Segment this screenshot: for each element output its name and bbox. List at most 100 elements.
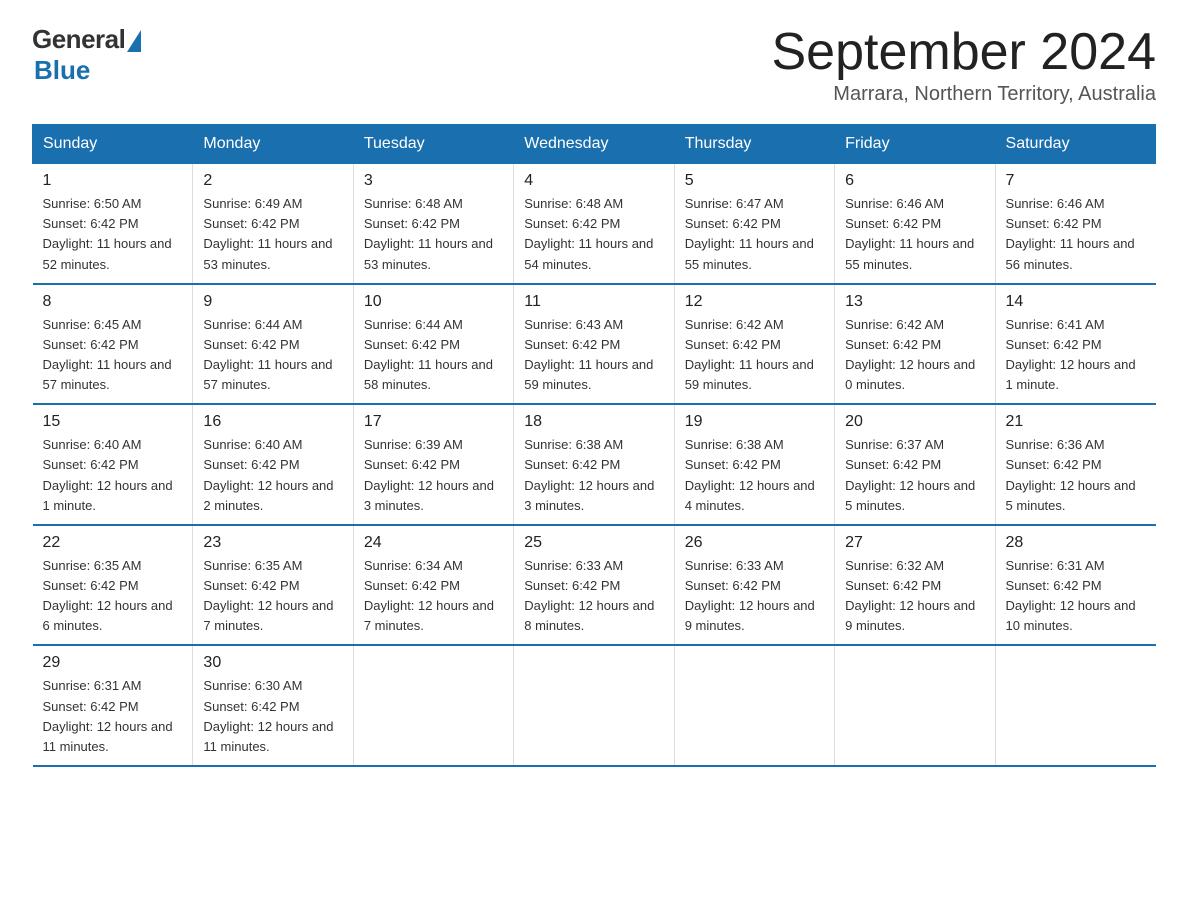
calendar-cell	[514, 645, 674, 766]
day-info: Sunrise: 6:46 AM Sunset: 6:42 PM Dayligh…	[845, 194, 984, 275]
day-number: 1	[43, 172, 183, 190]
calendar-week-row: 1 Sunrise: 6:50 AM Sunset: 6:42 PM Daylig…	[33, 164, 1156, 284]
day-number: 21	[1006, 413, 1146, 431]
day-info: Sunrise: 6:39 AM Sunset: 6:42 PM Dayligh…	[364, 435, 503, 516]
day-info: Sunrise: 6:30 AM Sunset: 6:42 PM Dayligh…	[203, 676, 342, 757]
day-number: 15	[43, 413, 183, 431]
day-number: 22	[43, 534, 183, 552]
col-friday: Friday	[835, 125, 995, 164]
calendar-cell: 16 Sunrise: 6:40 AM Sunset: 6:42 PM Dayli…	[193, 404, 353, 525]
day-number: 16	[203, 413, 342, 431]
day-info: Sunrise: 6:35 AM Sunset: 6:42 PM Dayligh…	[203, 556, 342, 637]
day-info: Sunrise: 6:34 AM Sunset: 6:42 PM Dayligh…	[364, 556, 503, 637]
day-number: 17	[364, 413, 503, 431]
day-info: Sunrise: 6:48 AM Sunset: 6:42 PM Dayligh…	[524, 194, 663, 275]
day-info: Sunrise: 6:40 AM Sunset: 6:42 PM Dayligh…	[43, 435, 183, 516]
day-number: 25	[524, 534, 663, 552]
day-info: Sunrise: 6:45 AM Sunset: 6:42 PM Dayligh…	[43, 315, 183, 396]
calendar-cell: 2Sunrise: 6:49 AM Sunset: 6:42 PM Daylig…	[193, 164, 353, 284]
calendar-cell	[353, 645, 513, 766]
logo-triangle-icon	[127, 30, 141, 52]
day-info: Sunrise: 6:47 AM Sunset: 6:42 PM Dayligh…	[685, 194, 824, 275]
day-info: Sunrise: 6:46 AM Sunset: 6:42 PM Dayligh…	[1006, 194, 1146, 275]
col-thursday: Thursday	[674, 125, 834, 164]
col-monday: Monday	[193, 125, 353, 164]
calendar-cell: 20Sunrise: 6:37 AM Sunset: 6:42 PM Dayli…	[835, 404, 995, 525]
col-saturday: Saturday	[995, 125, 1155, 164]
calendar-cell: 21 Sunrise: 6:36 AM Sunset: 6:42 PM Dayli…	[995, 404, 1155, 525]
calendar-cell: 13 Sunrise: 6:42 AM Sunset: 6:42 PM Dayli…	[835, 284, 995, 405]
calendar-week-row: 22 Sunrise: 6:35 AM Sunset: 6:42 PM Dayli…	[33, 525, 1156, 646]
calendar-cell: 10 Sunrise: 6:44 AM Sunset: 6:42 PM Dayli…	[353, 284, 513, 405]
calendar-cell: 23 Sunrise: 6:35 AM Sunset: 6:42 PM Dayli…	[193, 525, 353, 646]
day-info: Sunrise: 6:40 AM Sunset: 6:42 PM Dayligh…	[203, 435, 342, 516]
day-info: Sunrise: 6:50 AM Sunset: 6:42 PM Dayligh…	[43, 194, 183, 275]
calendar-cell: 1 Sunrise: 6:50 AM Sunset: 6:42 PM Daylig…	[33, 164, 193, 284]
col-sunday: Sunday	[33, 125, 193, 164]
day-number: 10	[364, 293, 503, 311]
calendar-cell: 4 Sunrise: 6:48 AM Sunset: 6:42 PM Daylig…	[514, 164, 674, 284]
calendar-cell: 27 Sunrise: 6:32 AM Sunset: 6:42 PM Dayli…	[835, 525, 995, 646]
calendar-cell: 18 Sunrise: 6:38 AM Sunset: 6:42 PM Dayli…	[514, 404, 674, 525]
day-info: Sunrise: 6:31 AM Sunset: 6:42 PM Dayligh…	[1006, 556, 1146, 637]
calendar-cell: 15 Sunrise: 6:40 AM Sunset: 6:42 PM Dayli…	[33, 404, 193, 525]
day-number: 18	[524, 413, 663, 431]
calendar-week-row: 8Sunrise: 6:45 AM Sunset: 6:42 PM Daylig…	[33, 284, 1156, 405]
calendar-cell: 12 Sunrise: 6:42 AM Sunset: 6:42 PM Dayli…	[674, 284, 834, 405]
day-info: Sunrise: 6:42 AM Sunset: 6:42 PM Dayligh…	[685, 315, 824, 396]
day-info: Sunrise: 6:43 AM Sunset: 6:42 PM Dayligh…	[524, 315, 663, 396]
calendar-cell: 26 Sunrise: 6:33 AM Sunset: 6:42 PM Dayli…	[674, 525, 834, 646]
calendar-body: 1 Sunrise: 6:50 AM Sunset: 6:42 PM Daylig…	[33, 164, 1156, 766]
col-wednesday: Wednesday	[514, 125, 674, 164]
day-number: 28	[1006, 534, 1146, 552]
day-number: 4	[524, 172, 663, 190]
day-number: 24	[364, 534, 503, 552]
day-number: 12	[685, 293, 824, 311]
day-number: 6	[845, 172, 984, 190]
day-number: 30	[203, 654, 342, 672]
day-number: 26	[685, 534, 824, 552]
day-info: Sunrise: 6:33 AM Sunset: 6:42 PM Dayligh…	[524, 556, 663, 637]
day-info: Sunrise: 6:49 AM Sunset: 6:42 PM Dayligh…	[203, 194, 342, 275]
day-info: Sunrise: 6:48 AM Sunset: 6:42 PM Dayligh…	[364, 194, 503, 275]
day-number: 19	[685, 413, 824, 431]
calendar-cell: 6 Sunrise: 6:46 AM Sunset: 6:42 PM Daylig…	[835, 164, 995, 284]
calendar-cell: 7Sunrise: 6:46 AM Sunset: 6:42 PM Daylig…	[995, 164, 1155, 284]
day-info: Sunrise: 6:33 AM Sunset: 6:42 PM Dayligh…	[685, 556, 824, 637]
day-info: Sunrise: 6:31 AM Sunset: 6:42 PM Dayligh…	[43, 676, 183, 757]
day-number: 9	[203, 293, 342, 311]
title-block: September 2024 Marrara, Northern Territo…	[772, 24, 1157, 106]
page-header: General Blue September 2024 Marrara, Nor…	[32, 24, 1156, 106]
calendar-header: Sunday Monday Tuesday Wednesday Thursday…	[33, 125, 1156, 164]
calendar-table: Sunday Monday Tuesday Wednesday Thursday…	[32, 124, 1156, 767]
day-info: Sunrise: 6:32 AM Sunset: 6:42 PM Dayligh…	[845, 556, 984, 637]
calendar-cell	[835, 645, 995, 766]
day-info: Sunrise: 6:44 AM Sunset: 6:42 PM Dayligh…	[364, 315, 503, 396]
calendar-cell	[674, 645, 834, 766]
calendar-cell: 29Sunrise: 6:31 AM Sunset: 6:42 PM Dayli…	[33, 645, 193, 766]
day-number: 23	[203, 534, 342, 552]
logo: General Blue	[32, 24, 141, 86]
calendar-location: Marrara, Northern Territory, Australia	[772, 83, 1157, 106]
day-info: Sunrise: 6:38 AM Sunset: 6:42 PM Dayligh…	[685, 435, 824, 516]
calendar-cell: 5 Sunrise: 6:47 AM Sunset: 6:42 PM Daylig…	[674, 164, 834, 284]
header-row: Sunday Monday Tuesday Wednesday Thursday…	[33, 125, 1156, 164]
calendar-cell: 9Sunrise: 6:44 AM Sunset: 6:42 PM Daylig…	[193, 284, 353, 405]
day-info: Sunrise: 6:36 AM Sunset: 6:42 PM Dayligh…	[1006, 435, 1146, 516]
calendar-cell: 11Sunrise: 6:43 AM Sunset: 6:42 PM Dayli…	[514, 284, 674, 405]
logo-general-text: General	[32, 24, 125, 55]
logo-blue-text: Blue	[34, 55, 90, 86]
calendar-cell: 17 Sunrise: 6:39 AM Sunset: 6:42 PM Dayli…	[353, 404, 513, 525]
col-tuesday: Tuesday	[353, 125, 513, 164]
day-info: Sunrise: 6:35 AM Sunset: 6:42 PM Dayligh…	[43, 556, 183, 637]
day-number: 5	[685, 172, 824, 190]
calendar-cell: 8Sunrise: 6:45 AM Sunset: 6:42 PM Daylig…	[33, 284, 193, 405]
calendar-cell: 22 Sunrise: 6:35 AM Sunset: 6:42 PM Dayli…	[33, 525, 193, 646]
calendar-cell: 19 Sunrise: 6:38 AM Sunset: 6:42 PM Dayli…	[674, 404, 834, 525]
day-info: Sunrise: 6:38 AM Sunset: 6:42 PM Dayligh…	[524, 435, 663, 516]
day-number: 13	[845, 293, 984, 311]
day-number: 3	[364, 172, 503, 190]
day-number: 14	[1006, 293, 1146, 311]
day-number: 27	[845, 534, 984, 552]
day-info: Sunrise: 6:42 AM Sunset: 6:42 PM Dayligh…	[845, 315, 984, 396]
